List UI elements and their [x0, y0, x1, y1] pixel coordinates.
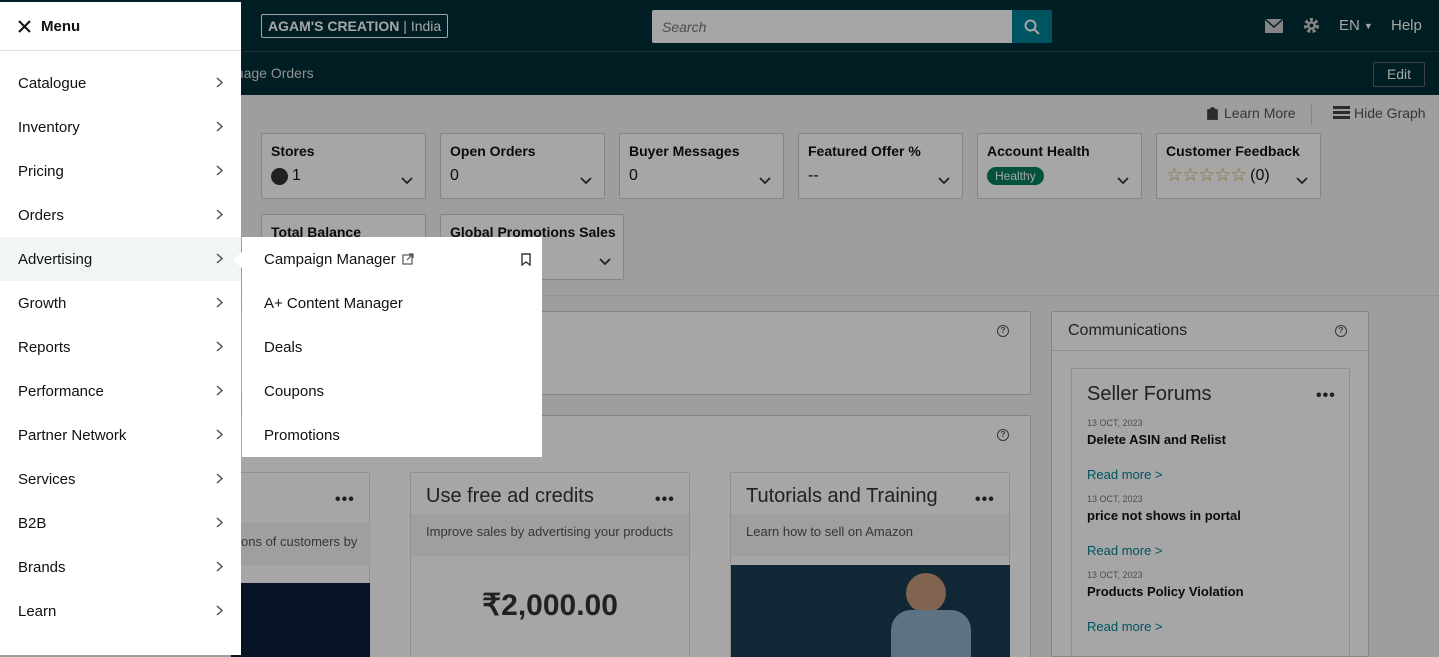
menu-item-label: Reports: [18, 338, 71, 356]
chevron-right-icon: [216, 251, 224, 268]
submenu-item-label: A+ Content Manager: [264, 294, 403, 312]
menu-item-services[interactable]: Services: [0, 457, 241, 501]
submenu-item-label: Deals: [264, 338, 303, 356]
menu-item-reports[interactable]: Reports: [0, 325, 241, 369]
submenu-item-label: Promotions: [264, 426, 340, 444]
submenu-pointer: [233, 252, 242, 268]
submenu-item-label: Coupons: [264, 382, 325, 400]
menu-item-label: Learn: [18, 602, 57, 620]
menu-item-partner-network[interactable]: Partner Network: [0, 413, 241, 457]
advertising-submenu: Campaign Manager A+ Content Manager Deal…: [242, 237, 542, 457]
submenu-item-coupons[interactable]: Coupons: [242, 369, 542, 413]
submenu-item-promotions[interactable]: Promotions: [242, 413, 542, 457]
menu-item-label: B2B: [18, 514, 47, 532]
chevron-right-icon: [216, 339, 224, 356]
menu-item-label: Advertising: [18, 250, 93, 268]
menu-item-label: Brands: [18, 558, 66, 576]
menu-item-catalogue[interactable]: Catalogue: [0, 61, 241, 105]
menu-item-b2b[interactable]: B2B: [0, 501, 241, 545]
submenu-item-deals[interactable]: Deals: [242, 325, 542, 369]
menu-item-brands[interactable]: Brands: [0, 545, 241, 589]
side-menu: Menu Catalogue Inventory Pricing Orders …: [0, 2, 241, 655]
menu-item-label: Performance: [18, 382, 104, 400]
menu-header: Menu: [0, 2, 241, 51]
chevron-right-icon: [216, 163, 224, 180]
menu-item-label: Pricing: [18, 162, 64, 180]
menu-item-label: Orders: [18, 206, 64, 224]
menu-item-label: Inventory: [18, 118, 80, 136]
chevron-right-icon: [216, 207, 224, 224]
submenu-item-campaign-manager[interactable]: Campaign Manager: [242, 237, 542, 281]
chevron-right-icon: [216, 515, 224, 532]
menu-item-pricing[interactable]: Pricing: [0, 149, 241, 193]
menu-item-learn[interactable]: Learn: [0, 589, 241, 633]
chevron-right-icon: [216, 559, 224, 576]
chevron-right-icon: [216, 119, 224, 136]
bookmark-icon[interactable]: [521, 252, 531, 266]
chevron-right-icon: [216, 75, 224, 92]
menu-item-inventory[interactable]: Inventory: [0, 105, 241, 149]
menu-item-label: Growth: [18, 294, 67, 312]
menu-item-growth[interactable]: Growth: [0, 281, 241, 325]
chevron-right-icon: [216, 603, 224, 620]
chevron-right-icon: [216, 471, 224, 488]
menu-item-advertising[interactable]: Advertising: [0, 237, 241, 281]
submenu-item-label: Campaign Manager: [264, 250, 396, 268]
chevron-right-icon: [216, 383, 224, 400]
close-icon[interactable]: [18, 19, 31, 33]
chevron-right-icon: [216, 427, 224, 444]
chevron-right-icon: [216, 295, 224, 312]
menu-item-label: Partner Network: [18, 426, 127, 444]
menu-title: Menu: [41, 17, 81, 35]
menu-item-label: Services: [18, 470, 76, 488]
menu-item-label: Catalogue: [18, 74, 87, 92]
menu-item-orders[interactable]: Orders: [0, 193, 241, 237]
external-link-icon: [402, 253, 414, 265]
menu-item-performance[interactable]: Performance: [0, 369, 241, 413]
submenu-item-a-plus-content[interactable]: A+ Content Manager: [242, 281, 542, 325]
